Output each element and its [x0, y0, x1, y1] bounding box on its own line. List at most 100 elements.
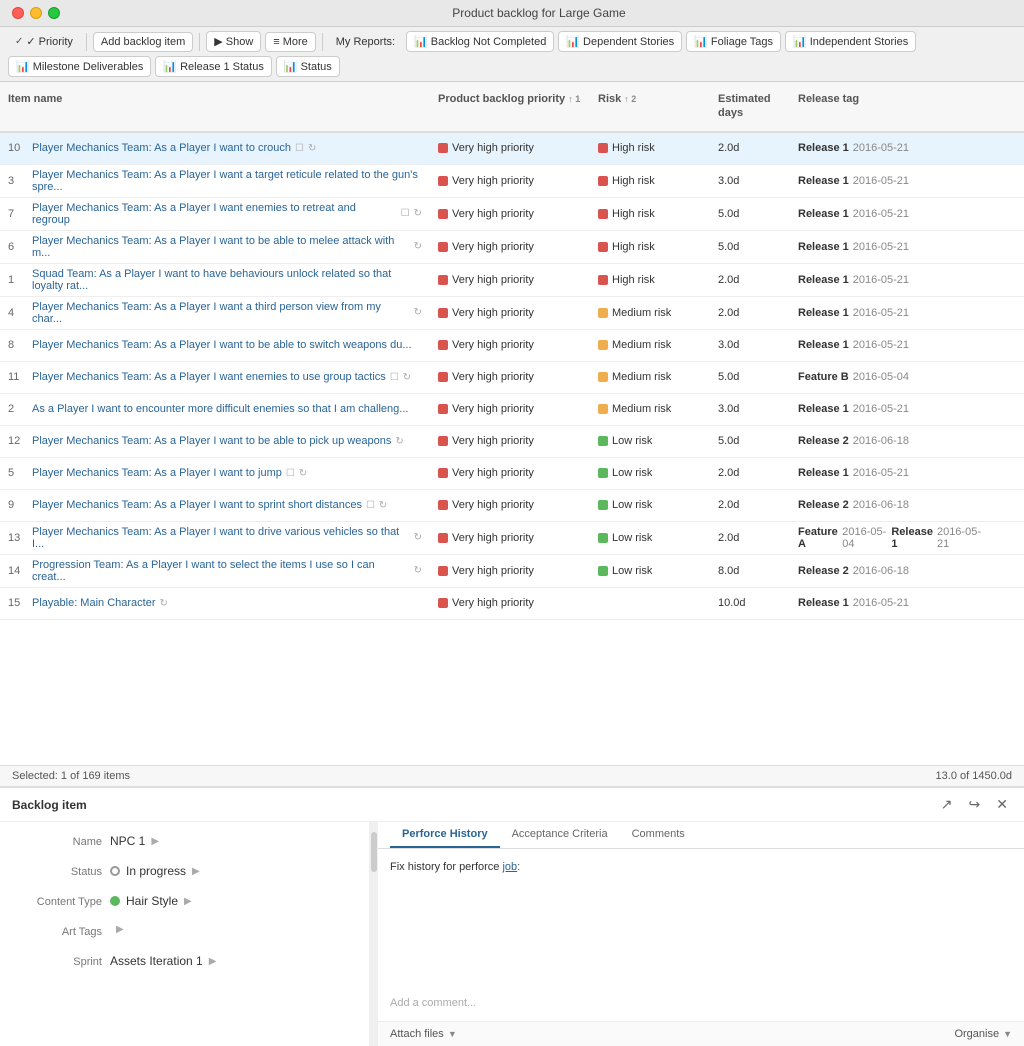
report-release1-status[interactable]: 📊 Release 1 Status: [155, 56, 271, 77]
field-value[interactable]: NPC 1▶: [110, 834, 159, 848]
priority-toggle[interactable]: ✓ ✓ Priority: [8, 32, 80, 51]
row-item-name[interactable]: Player Mechanics Team: As a Player I wan…: [32, 526, 410, 550]
risk-text: High risk: [612, 274, 655, 286]
row-refresh-icon[interactable]: ↻: [403, 372, 411, 383]
row-refresh-icon[interactable]: ↻: [160, 598, 168, 609]
row-checkbox-icon[interactable]: ☐: [401, 208, 410, 219]
row-item-name[interactable]: Squad Team: As a Player I want to have b…: [32, 268, 422, 292]
field-value[interactable]: Hair Style▶: [110, 894, 192, 908]
risk-text: Medium risk: [612, 307, 671, 319]
report-backlog-not-completed[interactable]: 📊 Backlog Not Completed: [406, 31, 554, 52]
report-status[interactable]: 📊 Status: [276, 56, 340, 77]
table-row[interactable]: 9Player Mechanics Team: As a Player I wa…: [0, 490, 1024, 522]
table-row[interactable]: 4Player Mechanics Team: As a Player I wa…: [0, 297, 1024, 330]
row-item-name[interactable]: Player Mechanics Team: As a Player I wan…: [32, 235, 410, 259]
row-refresh-icon[interactable]: ↻: [414, 565, 422, 576]
row-days-cell: 2.0d: [710, 528, 790, 548]
close-button[interactable]: [12, 7, 24, 19]
release-date: 2016-06-18: [853, 435, 909, 447]
row-name-cell: 2As a Player I want to encounter more di…: [0, 399, 430, 419]
row-refresh-icon[interactable]: ↻: [414, 241, 422, 252]
row-item-name[interactable]: Player Mechanics Team: As a Player I wan…: [32, 339, 412, 351]
days-value: 5.0d: [718, 435, 739, 447]
row-checkbox-icon[interactable]: ☐: [295, 143, 304, 154]
row-risk-cell: High risk: [590, 138, 710, 158]
field-expand-arrow[interactable]: ▶: [192, 866, 200, 877]
row-refresh-icon[interactable]: ↻: [308, 143, 316, 154]
release-date: 2016-05-21: [853, 467, 909, 479]
release-name: Release 1: [798, 241, 849, 253]
tab-content-perforce: Fix history for perforce job:: [378, 849, 1024, 983]
row-item-name[interactable]: Player Mechanics Team: As a Player I wan…: [32, 499, 362, 511]
row-item-name[interactable]: Player Mechanics Team: As a Player I wan…: [32, 301, 410, 325]
field-expand-arrow[interactable]: ▶: [184, 896, 192, 907]
report-dependent-stories[interactable]: 📊 Dependent Stories: [558, 31, 682, 52]
expand-icon[interactable]: ↗: [937, 794, 957, 815]
field-value[interactable]: Assets Iteration 1▶: [110, 954, 216, 968]
table-row[interactable]: 5Player Mechanics Team: As a Player I wa…: [0, 458, 1024, 490]
release-date: 2016-05-04: [853, 371, 909, 383]
attach-files-button[interactable]: Attach files ▼: [390, 1028, 457, 1040]
row-item-name[interactable]: Player Mechanics Team: As a Player I wan…: [32, 467, 282, 479]
row-item-name[interactable]: Player Mechanics Team: As a Player I wan…: [32, 371, 386, 383]
row-refresh-icon[interactable]: ↻: [395, 436, 403, 447]
field-expand-arrow[interactable]: ▶: [116, 924, 124, 935]
priority-text: Very high priority: [452, 499, 534, 511]
tab-acceptance-criteria[interactable]: Acceptance Criteria: [500, 822, 620, 848]
minimize-button[interactable]: [30, 7, 42, 19]
table-row[interactable]: 8Player Mechanics Team: As a Player I wa…: [0, 330, 1024, 362]
row-refresh-icon[interactable]: ↻: [414, 532, 422, 543]
table-row[interactable]: 2As a Player I want to encounter more di…: [0, 394, 1024, 426]
show-button[interactable]: ▶ Show: [206, 31, 261, 52]
row-item-name[interactable]: Player Mechanics Team: As a Player I wan…: [32, 435, 391, 447]
row-item-name[interactable]: Progression Team: As a Player I want to …: [32, 559, 410, 583]
table-row[interactable]: 10Player Mechanics Team: As a Player I w…: [0, 133, 1024, 165]
table-row[interactable]: 3Player Mechanics Team: As a Player I wa…: [0, 165, 1024, 198]
add-comment-placeholder[interactable]: Add a comment...: [390, 997, 476, 1009]
row-item-name[interactable]: Player Mechanics Team: As a Player I wan…: [32, 169, 422, 193]
maximize-button[interactable]: [48, 7, 60, 19]
col-header-risk[interactable]: Risk ↑ 2: [590, 88, 710, 125]
panel-scrollbar[interactable]: [370, 822, 378, 1046]
row-refresh-icon[interactable]: ↻: [414, 208, 422, 219]
table-row[interactable]: 11Player Mechanics Team: As a Player I w…: [0, 362, 1024, 394]
col-header-release[interactable]: Release tag: [790, 88, 990, 125]
row-checkbox-icon[interactable]: ☐: [390, 372, 399, 383]
table-row[interactable]: 12Player Mechanics Team: As a Player I w…: [0, 426, 1024, 458]
row-risk-cell: High risk: [590, 270, 710, 290]
row-checkbox-icon[interactable]: ☐: [286, 468, 295, 479]
priority-text: Very high priority: [452, 307, 534, 319]
organise-button[interactable]: Organise ▼: [954, 1028, 1012, 1040]
perforce-link[interactable]: job: [502, 861, 517, 873]
row-checkbox-icon[interactable]: ☐: [366, 500, 375, 511]
tab-perforce-history[interactable]: Perforce History: [390, 822, 500, 848]
row-item-name[interactable]: Player Mechanics Team: As a Player I wan…: [32, 202, 397, 226]
row-refresh-icon[interactable]: ↻: [379, 500, 387, 511]
table-row[interactable]: 1Squad Team: As a Player I want to have …: [0, 264, 1024, 297]
report-foliage-tags[interactable]: 📊 Foliage Tags: [686, 31, 781, 52]
field-expand-arrow[interactable]: ▶: [209, 956, 217, 967]
table-row[interactable]: 7Player Mechanics Team: As a Player I wa…: [0, 198, 1024, 231]
table-row[interactable]: 13Player Mechanics Team: As a Player I w…: [0, 522, 1024, 555]
row-refresh-icon[interactable]: ↻: [414, 307, 422, 318]
col-header-days[interactable]: Estimated days: [710, 88, 790, 125]
close-panel-icon[interactable]: ✕: [992, 794, 1012, 815]
risk-text: Medium risk: [612, 339, 671, 351]
field-value[interactable]: In progress▶: [110, 864, 200, 878]
table-row[interactable]: 14Progression Team: As a Player I want t…: [0, 555, 1024, 588]
row-item-name[interactable]: As a Player I want to encounter more dif…: [32, 403, 408, 415]
field-value[interactable]: ▶: [110, 924, 124, 935]
table-row[interactable]: 6Player Mechanics Team: As a Player I wa…: [0, 231, 1024, 264]
field-expand-arrow[interactable]: ▶: [151, 836, 159, 847]
col-header-priority[interactable]: Product backlog priority ↑ 1: [430, 88, 590, 125]
table-row[interactable]: 15Playable: Main Character↻Very high pri…: [0, 588, 1024, 620]
row-item-name[interactable]: Player Mechanics Team: As a Player I wan…: [32, 142, 291, 154]
external-link-icon[interactable]: ↪: [965, 794, 985, 815]
more-button[interactable]: ≡ More: [265, 32, 315, 52]
row-refresh-icon[interactable]: ↻: [299, 468, 307, 479]
add-backlog-button[interactable]: Add backlog item: [93, 32, 193, 52]
report-milestone-deliverables[interactable]: 📊 Milestone Deliverables: [8, 56, 151, 77]
report-independent-stories[interactable]: 📊 Independent Stories: [785, 31, 916, 52]
row-item-name[interactable]: Playable: Main Character: [32, 597, 156, 609]
tab-comments[interactable]: Comments: [620, 822, 697, 848]
